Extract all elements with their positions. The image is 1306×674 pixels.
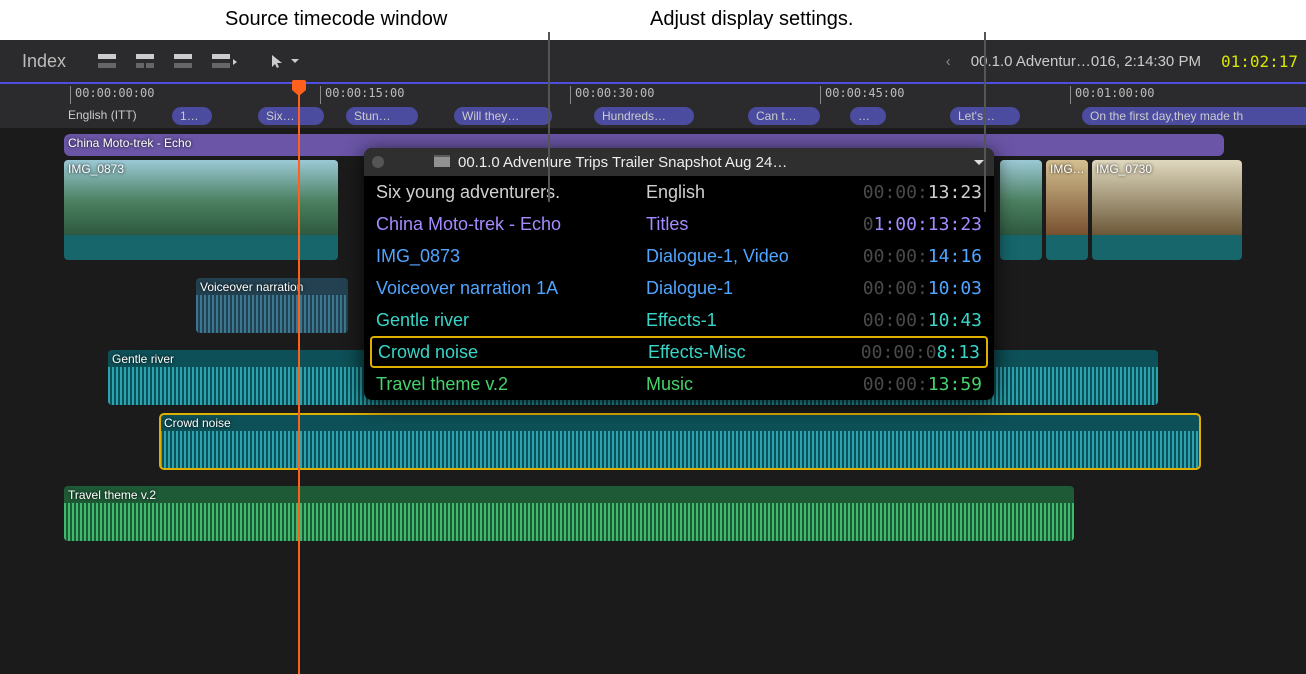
caption-chip[interactable]: … (850, 107, 886, 125)
popup-title: 00.1.0 Adventure Trips Trailer Snapshot … (458, 154, 787, 171)
ruler-tick: 00:00:45:00 (820, 86, 904, 104)
breadcrumb-prev[interactable]: ‹ (946, 53, 951, 70)
playhead-handle[interactable] (292, 80, 306, 90)
crowd-noise-clip[interactable]: Crowd noise (160, 414, 1200, 469)
video-clip-img0730[interactable]: IMG_0730 (1092, 160, 1242, 260)
timecode-row[interactable]: Crowd noiseEffects-Misc00:00:08:13 (370, 336, 988, 368)
caption-chip[interactable]: Can t… (748, 107, 820, 125)
clip-label: IMG… (1050, 162, 1085, 176)
row-role: Titles (646, 214, 846, 235)
source-timecode-window[interactable]: 00.1.0 Adventure Trips Trailer Snapshot … (364, 148, 994, 400)
caption-language: English (ITT) (68, 108, 137, 122)
timeline-toolbar: Index ‹ 00.1.0 Adventur…016, 2:14:30 PM … (0, 40, 1306, 84)
row-clip-name: Travel theme v.2 (376, 374, 646, 395)
ruler-tick: 00:00:15:00 (320, 86, 404, 104)
overwrite-tool-icon[interactable] (210, 50, 232, 72)
row-clip-name: China Moto-trek - Echo (376, 214, 646, 235)
caption-chip[interactable]: Six… (258, 107, 324, 125)
row-clip-name: Crowd noise (378, 342, 648, 363)
row-timecode: 00:00:14:16 (846, 246, 982, 267)
app-window: Index ‹ 00.1.0 Adventur…016, 2:14:30 PM … (0, 40, 1306, 674)
caption-chip[interactable]: Stun… (346, 107, 418, 125)
clip-label: IMG_0730 (1096, 162, 1152, 176)
video-clip-img0873[interactable]: IMG_0873 (64, 160, 338, 260)
timecode-row[interactable]: IMG_0873Dialogue-1, Video00:00:14:16 (364, 240, 994, 272)
row-timecode: 00:00:08:13 (848, 342, 980, 363)
voiceover-clip[interactable]: Voiceover narration (196, 278, 348, 333)
caption-chip[interactable]: Will they… (454, 107, 552, 125)
row-timecode: 00:00:13:59 (846, 374, 982, 395)
timecode-row[interactable]: Travel theme v.2Music00:00:13:59 (364, 368, 994, 400)
title-clip-label: China Moto-trek - Echo (68, 136, 191, 150)
ruler-tick: 00:00:30:00 (570, 86, 654, 104)
row-timecode: 00:00:10:03 (846, 278, 982, 299)
clip-icon (434, 155, 450, 169)
timecode-row[interactable]: Six young adventurers.English00:00:13:23 (364, 176, 994, 208)
row-role: Effects-1 (646, 310, 846, 331)
row-role: Dialogue-1 (646, 278, 846, 299)
travel-theme-clip[interactable]: Travel theme v.2 (64, 486, 1074, 541)
append-tool-icon[interactable] (172, 50, 194, 72)
display-settings-button[interactable] (972, 155, 986, 169)
ruler-tick: 00:01:00:00 (1070, 86, 1154, 104)
row-clip-name: Gentle river (376, 310, 646, 331)
close-icon[interactable] (372, 156, 384, 168)
row-role: Effects-Misc (648, 342, 848, 363)
timecode-row[interactable]: Gentle riverEffects-100:00:10:43 (364, 304, 994, 336)
timecode-row[interactable]: China Moto-trek - EchoTitles01:00:13:23 (364, 208, 994, 240)
master-timecode[interactable]: 01:02:17 (1221, 52, 1298, 71)
connect-tool-icon[interactable] (96, 50, 118, 72)
caption-chip[interactable]: Let's… (950, 107, 1020, 125)
clip-label: Crowd noise (164, 416, 231, 430)
row-timecode: 01:00:13:23 (846, 214, 982, 235)
pointer-tool[interactable] (270, 53, 300, 69)
row-clip-name: IMG_0873 (376, 246, 646, 267)
ruler-tick: 00:00:00:00 (70, 86, 154, 104)
row-role: Dialogue-1, Video (646, 246, 846, 267)
row-role: English (646, 182, 846, 203)
insert-tool-icon[interactable] (134, 50, 156, 72)
video-clip-3[interactable]: IMG… (1046, 160, 1088, 260)
clip-label: IMG_0873 (68, 162, 124, 176)
clip-label: Gentle river (112, 352, 174, 366)
caption-chip[interactable]: 1… (172, 107, 212, 125)
callout-display-settings: Adjust display settings. (650, 8, 853, 31)
playhead[interactable] (298, 82, 300, 674)
index-button[interactable]: Index (22, 51, 66, 72)
timecode-row[interactable]: Voiceover narration 1ADialogue-100:00:10… (364, 272, 994, 304)
caption-chip[interactable]: Hundreds… (594, 107, 694, 125)
row-timecode: 00:00:10:43 (846, 310, 982, 331)
popup-titlebar[interactable]: 00.1.0 Adventure Trips Trailer Snapshot … (364, 148, 994, 176)
time-ruler[interactable]: 00:00:00:00 00:00:15:00 00:00:30:00 00:00:4… (0, 84, 1306, 106)
clip-label: Voiceover narration (200, 280, 303, 294)
caption-lane[interactable]: English (ITT) 1… Six… Stun… Will they… Hundr… (0, 106, 1306, 128)
clip-label: Travel theme v.2 (68, 488, 156, 502)
breadcrumb-title[interactable]: 00.1.0 Adventur…016, 2:14:30 PM (971, 53, 1201, 70)
row-clip-name: Voiceover narration 1A (376, 278, 646, 299)
callout-source-timecode: Source timecode window (225, 8, 447, 31)
row-timecode: 00:00:13:23 (846, 182, 982, 203)
row-clip-name: Six young adventurers. (376, 182, 646, 203)
video-clip-2[interactable] (1000, 160, 1042, 260)
row-role: Music (646, 374, 846, 395)
caption-chip[interactable]: On the first day,they made th (1082, 107, 1306, 125)
